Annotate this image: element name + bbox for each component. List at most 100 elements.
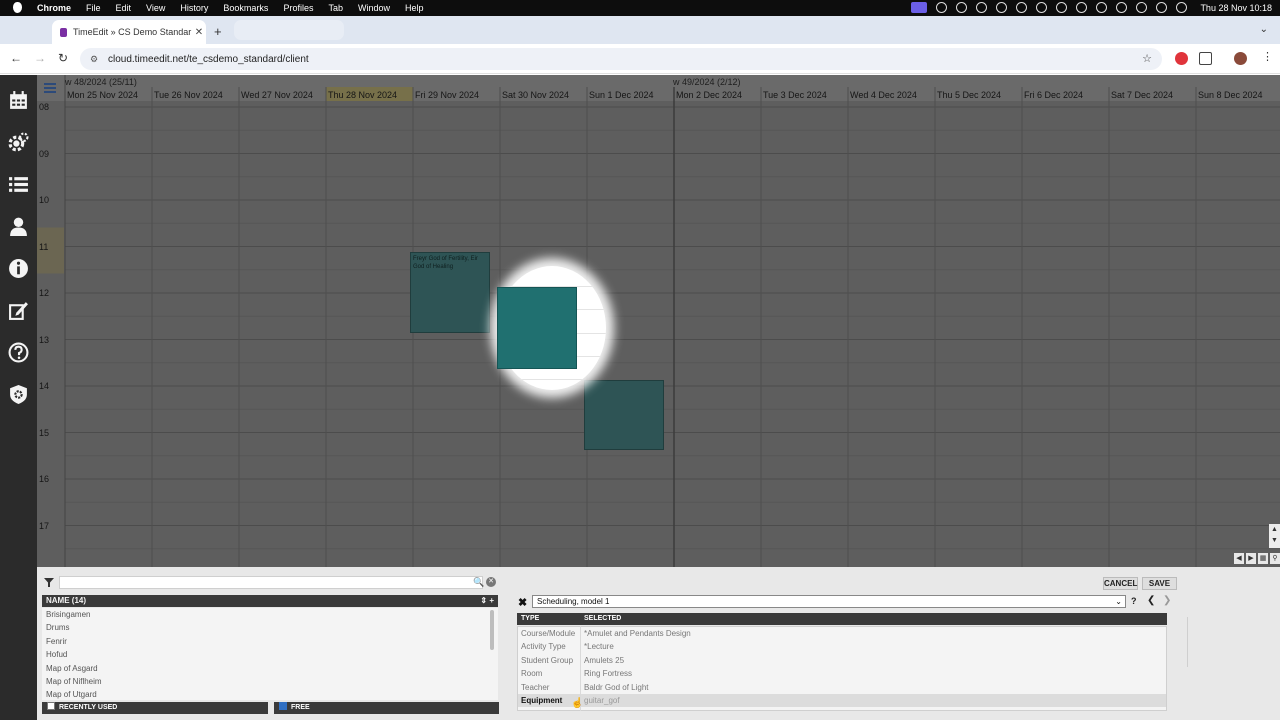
calendar-picker-icon[interactable]: ▦ [1258, 553, 1268, 564]
gear-status-icon[interactable] [936, 2, 948, 13]
tab-close-icon[interactable]: ✕ [192, 27, 206, 38]
filter-icon[interactable] [44, 578, 54, 587]
save-button[interactable]: SAVE [1142, 577, 1177, 590]
day-header[interactable]: Mon 25 Nov 2024 [67, 90, 138, 100]
day-header[interactable]: Fri 29 Nov 2024 [415, 90, 479, 100]
table-row[interactable]: Student Group Amulets 25 [518, 654, 1166, 667]
url-text[interactable]: cloud.timeedit.net/te_csdemo_standard/cl… [108, 54, 309, 65]
next-week-icon[interactable]: ▶ [1246, 553, 1256, 564]
menu-history[interactable]: History [180, 3, 208, 13]
menu-view[interactable]: View [146, 3, 165, 13]
menu-tab[interactable]: Tab [328, 3, 343, 13]
pen-icon[interactable] [1036, 2, 1048, 13]
calendar-scroll-buttons[interactable]: ▲ ▼ [1269, 524, 1280, 548]
day-header[interactable]: Sat 30 Nov 2024 [502, 90, 569, 100]
extension-red-icon[interactable] [1175, 52, 1188, 65]
table-row[interactable]: Activity Type *Lecture [518, 640, 1166, 653]
list-item[interactable]: Hofud [42, 648, 498, 661]
day-header[interactable]: Wed 4 Dec 2024 [850, 90, 917, 100]
wifi-icon[interactable] [1136, 2, 1148, 13]
header-tools[interactable]: ⇕ + [480, 595, 494, 607]
list-item[interactable]: Drums [42, 621, 498, 634]
recently-used-toggle[interactable]: RECENTLY USED [42, 702, 268, 714]
object-list-header[interactable]: NAME (14) ⇕ + [42, 595, 498, 607]
free-checkbox[interactable] [279, 702, 287, 711]
cloud-icon[interactable] [976, 2, 988, 13]
info-icon[interactable] [7, 257, 30, 280]
calendar-grid[interactable]: w 48/2024 (25/11) w 49/2024 (2/12) Mon 2… [37, 75, 1280, 567]
user-icon[interactable] [7, 215, 30, 238]
vpn-icon[interactable] [1016, 2, 1028, 13]
reservation-model-select[interactable]: Scheduling, model 1 ⌄ [532, 595, 1126, 608]
table-row[interactable]: Teacher Baldr God of Light [518, 681, 1166, 694]
gears-icon[interactable] [7, 131, 30, 154]
day-header[interactable]: Tue 3 Dec 2024 [763, 90, 827, 100]
help-icon[interactable] [7, 341, 30, 364]
prev-arrow-icon[interactable]: ❮ [1147, 595, 1155, 606]
object-search-input[interactable] [59, 576, 483, 589]
calendar-icon[interactable] [7, 89, 30, 112]
next-arrow-icon[interactable]: ❯ [1163, 595, 1171, 606]
day-header[interactable]: Thu 5 Dec 2024 [937, 90, 1001, 100]
model-help-button[interactable]: ? [1131, 596, 1137, 606]
day-header[interactable]: Sun 8 Dec 2024 [1198, 90, 1263, 100]
day-header[interactable]: Mon 2 Dec 2024 [676, 90, 742, 100]
menu-help[interactable]: Help [405, 3, 424, 13]
selected-booking[interactable] [497, 287, 577, 369]
booking-block[interactable]: Freyr God of Fertility, Eir God of Heali… [410, 252, 490, 333]
booking-block[interactable] [584, 380, 664, 450]
search-icon[interactable]: 🔍 [473, 577, 484, 588]
bluetooth-icon[interactable] [1076, 2, 1088, 13]
battery-icon[interactable] [1116, 2, 1128, 13]
edit-icon[interactable] [7, 299, 30, 322]
chrome-menu-icon[interactable]: ⋮ [1262, 50, 1273, 63]
search-icon[interactable] [1156, 2, 1168, 13]
new-tab-button[interactable]: + [214, 24, 222, 39]
clock[interactable]: Thu 28 Nov 10:18 [1200, 3, 1272, 13]
browser-tab-blank[interactable] [234, 20, 344, 40]
menu-edit[interactable]: Edit [116, 3, 132, 13]
menu-profiles[interactable]: Profiles [283, 3, 313, 13]
table-row[interactable]: Course/Module *Amulet and Pendants Design [518, 627, 1166, 640]
tab-search-chevron-icon[interactable]: ⌄ [1260, 24, 1268, 35]
screen-record-icon[interactable] [911, 2, 928, 13]
reload-icon[interactable]: ↻ [58, 51, 68, 65]
bookmark-star-icon[interactable]: ☆ [1142, 52, 1152, 65]
browser-tab-active[interactable]: TimeEdit » CS Demo Standar ✕ [52, 20, 206, 44]
control-center-icon[interactable] [1176, 2, 1188, 13]
menu-bookmarks[interactable]: Bookmarks [223, 3, 268, 13]
volume-icon[interactable] [1056, 2, 1068, 13]
recently-used-checkbox[interactable] [47, 702, 55, 711]
table-row[interactable]: Room Ring Fortress [518, 667, 1166, 680]
extensions-puzzle-icon[interactable] [1199, 52, 1212, 65]
profile-avatar[interactable] [1234, 52, 1247, 65]
list-icon[interactable] [7, 173, 30, 196]
list-item[interactable]: Map of Utgard [42, 688, 498, 700]
list-item[interactable]: Fenrir [42, 635, 498, 648]
day-header[interactable]: Tue 26 Nov 2024 [154, 90, 223, 100]
day-header[interactable]: Sat 7 Dec 2024 [1111, 90, 1173, 100]
table-row-active[interactable]: Equipment guitar_gof [518, 693, 1166, 708]
day-header[interactable]: Fri 6 Dec 2024 [1024, 90, 1083, 100]
cancel-button[interactable]: CANCEL [1103, 577, 1138, 590]
sync-icon[interactable] [996, 2, 1008, 13]
back-arrow-icon[interactable]: ← [10, 51, 22, 65]
play-icon[interactable] [1096, 2, 1108, 13]
day-header[interactable]: Sun 1 Dec 2024 [589, 90, 654, 100]
menu-app-name[interactable]: Chrome [37, 3, 71, 13]
list-item[interactable]: Brisingamen [42, 608, 498, 621]
list-item[interactable]: Map of Asgard [42, 662, 498, 675]
prev-week-icon[interactable]: ◀ [1234, 553, 1244, 564]
close-model-icon[interactable]: ✖ [518, 596, 527, 609]
object-list-scrollbar[interactable] [490, 610, 494, 650]
zoom-icon[interactable] [956, 2, 968, 13]
day-header[interactable]: Thu 28 Nov 2024 [328, 90, 397, 100]
menu-window[interactable]: Window [358, 3, 390, 13]
apple-logo-icon[interactable] [13, 2, 22, 13]
menu-file[interactable]: File [86, 3, 101, 13]
list-item[interactable]: Map of Niflheim [42, 675, 498, 688]
clear-search-icon[interactable]: ✕ [486, 577, 496, 587]
site-settings-icon[interactable]: ⚙ [90, 54, 100, 65]
day-header[interactable]: Wed 27 Nov 2024 [241, 90, 313, 100]
free-toggle[interactable]: FREE [274, 702, 499, 714]
